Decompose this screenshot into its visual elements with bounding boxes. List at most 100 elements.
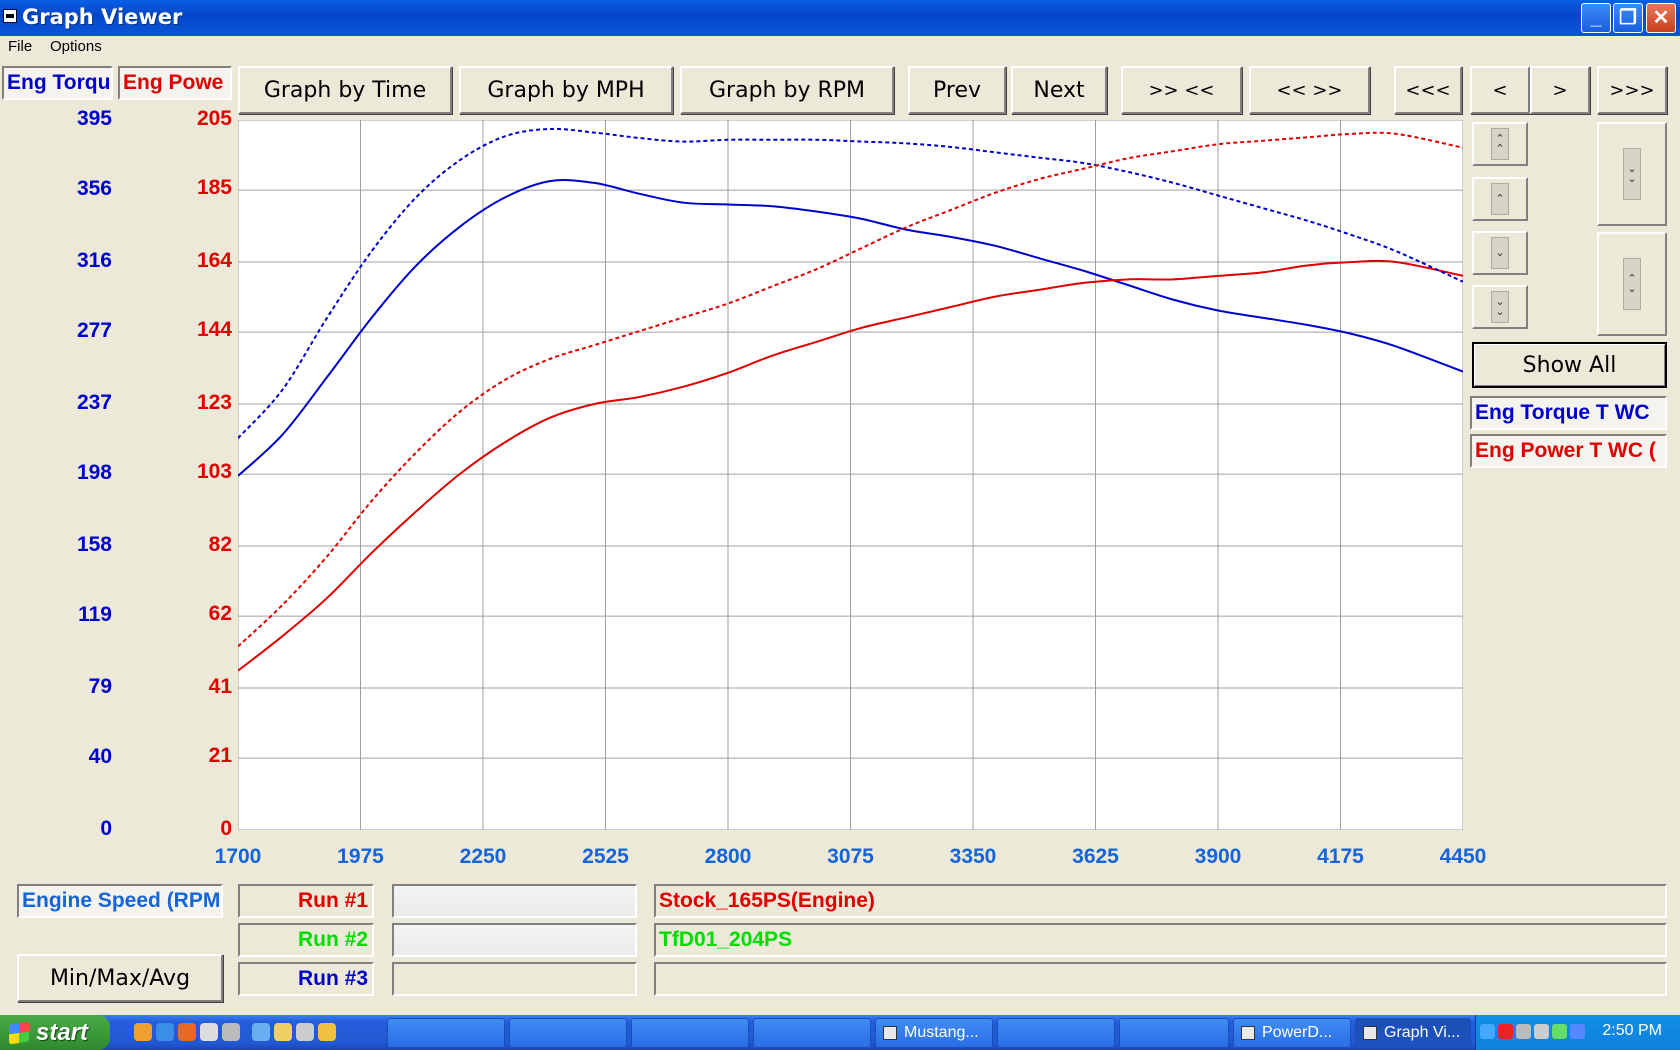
x-tick-label: 1975 — [337, 845, 384, 868]
task-label-powerd: PowerD... — [1262, 1024, 1333, 1041]
graph-plot-area[interactable] — [238, 120, 1463, 830]
double-chevron-down-icon: ⌄ ⌄ — [1623, 148, 1641, 200]
y-shrink-top-button[interactable]: ⌄ ⌄ — [1597, 122, 1667, 226]
quicklaunch-browser-icon[interactable] — [134, 1023, 152, 1041]
scroll-bottom-button[interactable]: ⌄ ⌄ — [1472, 285, 1528, 329]
y-left-tick-label: 198 — [76, 461, 112, 485]
powerd-app-icon — [1241, 1026, 1255, 1040]
legend-power[interactable]: Eng Power T WC ( — [1470, 434, 1667, 468]
y-shrink-bottom-button[interactable]: ⌃ ⌄ — [1597, 232, 1667, 336]
y-right-tick-label: 82 — [208, 533, 232, 556]
tray-network-icon[interactable] — [1516, 1024, 1531, 1039]
y-right-tick-label: 21 — [208, 744, 232, 768]
taskbar-slot-4[interactable] — [753, 1018, 871, 1048]
minimize-button[interactable]: _ — [1581, 3, 1611, 33]
quicklaunch-folder-icon[interactable] — [274, 1023, 292, 1041]
y-right-tick-label: 123 — [196, 391, 232, 414]
run-2-name-field[interactable]: TfD01_204PS — [654, 923, 1667, 957]
taskbar-task-powerd[interactable]: PowerD... — [1233, 1018, 1351, 1048]
x-tick-label: 3900 — [1194, 845, 1242, 868]
close-icon: ✕ — [1652, 7, 1670, 29]
taskbar-task-graph-viewer[interactable]: Graph Vi... — [1355, 1018, 1471, 1048]
start-button[interactable]: start — [0, 1015, 110, 1050]
task-label-graph-viewer: Graph Vi... — [1384, 1024, 1461, 1041]
taskbar-clock: 2:50 PM — [1602, 1022, 1662, 1039]
quicklaunch-arrow-icon[interactable] — [252, 1023, 270, 1041]
taskbar-slot-6[interactable] — [1119, 1018, 1229, 1048]
x-tick-label: 3625 — [1072, 845, 1119, 868]
close-button[interactable]: ✕ — [1646, 3, 1676, 33]
graph-by-rpm-button[interactable]: Graph by RPM — [680, 66, 894, 114]
scroll-far-left-button[interactable]: <<< — [1394, 66, 1462, 114]
x-tick-label: 2525 — [582, 845, 629, 868]
tray-arrow-icon[interactable] — [1480, 1024, 1495, 1039]
scroll-down-button[interactable]: ⌄ — [1472, 231, 1528, 275]
y-right-tick-label: 164 — [196, 249, 232, 272]
double-chevron-up-icon: ⌃ ⌃ — [1491, 128, 1509, 160]
app-icon[interactable] — [3, 9, 17, 23]
y-right-tick-label: 62 — [208, 602, 232, 626]
scroll-right-button[interactable]: > — [1530, 66, 1590, 114]
restore-icon: ❐ — [1619, 7, 1637, 29]
graph-by-mph-button[interactable]: Graph by MPH — [459, 66, 673, 114]
x-tick-label: 3075 — [827, 845, 874, 868]
power-channel-tab[interactable]: Eng Powe — [118, 66, 232, 100]
zoom-in-button[interactable]: >> << — [1121, 66, 1242, 114]
run-1-name-field[interactable]: Stock_165PS(Engine) — [654, 884, 1667, 918]
min-max-avg-button[interactable]: Min/Max/Avg — [17, 954, 223, 1002]
run-2-label-text: Run #2 — [297, 928, 368, 951]
graph-by-time-button[interactable]: Graph by Time — [238, 66, 452, 114]
quicklaunch-ie-icon[interactable] — [156, 1023, 174, 1041]
menu-file[interactable]: File — [8, 38, 32, 55]
tray-status-icon[interactable] — [1552, 1024, 1567, 1039]
y-left-tick-label: 237 — [76, 391, 112, 414]
run-3-name-field[interactable] — [654, 962, 1667, 996]
run-1-label-text: Run #1 — [297, 889, 368, 912]
double-chevron-up-icon: ⌃ ⌄ — [1623, 258, 1641, 310]
run-3-label-text: Run #3 — [297, 967, 368, 990]
y-left-tick-label: 79 — [88, 675, 112, 698]
next-button[interactable]: Next — [1011, 66, 1107, 114]
quicklaunch-media-icon[interactable] — [222, 1023, 240, 1041]
y-right-tick-label: 185 — [196, 176, 232, 200]
graph-viewer-app-icon — [1363, 1026, 1377, 1040]
taskbar-slot-3[interactable] — [631, 1018, 749, 1048]
menu-options[interactable]: Options — [50, 38, 102, 55]
tray-security-icon[interactable] — [1498, 1024, 1513, 1039]
taskbar-task-mustang[interactable]: Mustang... — [875, 1018, 993, 1048]
taskbar-slot-2[interactable] — [509, 1018, 627, 1048]
scroll-top-button[interactable]: ⌃ ⌃ — [1472, 122, 1528, 166]
quicklaunch-app-icon[interactable] — [200, 1023, 218, 1041]
scroll-left-button[interactable]: < — [1470, 66, 1530, 114]
start-label: start — [36, 1019, 89, 1046]
chevron-down-icon: ⌄ — [1491, 237, 1509, 269]
y-left-tick-label: 277 — [76, 319, 112, 343]
run-3-label: Run #3 — [238, 962, 374, 996]
run-3-info-field[interactable] — [392, 962, 637, 996]
run-1-info-field[interactable] — [392, 884, 637, 918]
scroll-far-right-button[interactable]: >>> — [1597, 66, 1667, 114]
y-left-tick-label: 395 — [76, 107, 112, 130]
y-left-tick-label: 0 — [100, 817, 112, 840]
quicklaunch-doc-icon[interactable] — [296, 1023, 314, 1041]
maximize-button[interactable]: ❐ — [1613, 3, 1643, 33]
quicklaunch-tool-icon[interactable] — [318, 1023, 336, 1041]
run-2-info-field[interactable] — [392, 923, 637, 957]
zoom-out-button[interactable]: << >> — [1249, 66, 1370, 114]
chevron-up-icon: ⌃ — [1491, 183, 1509, 215]
legend-torque[interactable]: Eng Torque T WC — [1470, 396, 1667, 430]
show-all-button[interactable]: Show All — [1472, 342, 1667, 388]
quicklaunch-firefox-icon[interactable] — [178, 1023, 196, 1041]
tray-star-icon[interactable] — [1570, 1024, 1585, 1039]
taskbar-slot-5[interactable] — [997, 1018, 1115, 1048]
x-tick-label: 2800 — [704, 845, 752, 868]
taskbar-slot-1[interactable] — [387, 1018, 505, 1048]
prev-button[interactable]: Prev — [908, 66, 1006, 114]
y-right-tick-label: 41 — [208, 675, 232, 698]
torque-channel-tab[interactable]: Eng Torqu — [2, 66, 113, 100]
taskbar: start Mustang... PowerD... Graph Vi... 2… — [0, 1015, 1680, 1050]
tray-volume-icon[interactable] — [1534, 1024, 1549, 1039]
x-tick-label: 3350 — [949, 845, 997, 868]
scroll-up-button[interactable]: ⌃ — [1472, 177, 1528, 221]
x-axis-label[interactable]: Engine Speed (RPM — [17, 884, 223, 918]
